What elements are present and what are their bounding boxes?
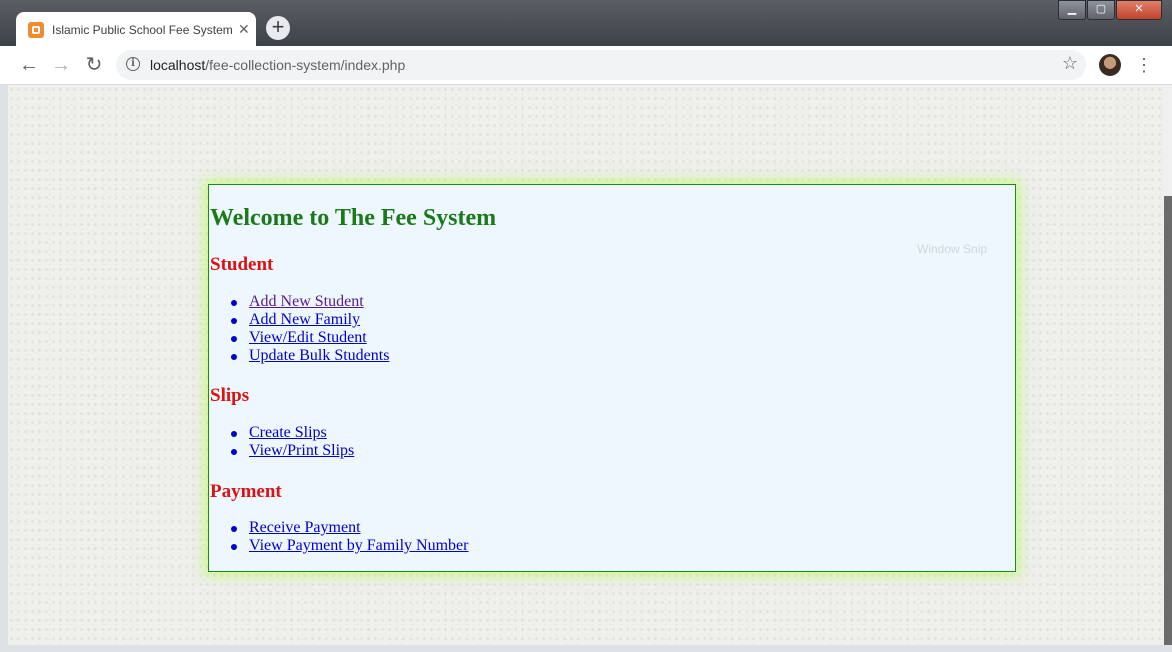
back-button[interactable]: ←	[16, 52, 42, 78]
star-icon[interactable]: ☆	[1062, 53, 1078, 74]
receive-payment-link[interactable]: Receive Payment	[249, 519, 361, 536]
slips-links: Create Slips View/Print Slips	[231, 424, 354, 460]
url-host: localhost	[150, 57, 206, 73]
payment-links: Receive Payment View Payment by Family N…	[231, 519, 468, 555]
tab-title: Islamic Public School Fee System	[52, 22, 232, 37]
maximize-button[interactable]: ▢	[1087, 0, 1115, 20]
section-heading-slips: Slips	[210, 385, 250, 406]
section-heading-payment: Payment	[210, 481, 282, 502]
page-viewport: Window Snip Welcome to The Fee System St…	[8, 85, 1164, 645]
kebab-menu-icon[interactable]: ⋮	[1135, 52, 1153, 78]
view-edit-student-link[interactable]: View/Edit Student	[249, 329, 367, 346]
list-item: View/Edit Student	[231, 329, 389, 347]
view-print-slips-link[interactable]: View/Print Slips	[249, 442, 354, 459]
info-icon[interactable]: i	[126, 57, 140, 71]
window-controls: ▁ ▢ ✕	[1057, 0, 1162, 20]
reload-button[interactable]: ↻	[81, 52, 107, 78]
student-links: Add New Student Add New Family View/Edit…	[231, 293, 389, 365]
window-close-button[interactable]: ✕	[1116, 0, 1162, 20]
page-title: Welcome to The Fee System	[210, 205, 497, 231]
url-path: /fee-collection-system/index.php	[205, 57, 406, 73]
list-item: Add New Student	[231, 293, 389, 311]
update-bulk-students-link[interactable]: Update Bulk Students	[249, 347, 389, 364]
list-item: Add New Family	[231, 311, 389, 329]
main-panel: Window Snip Welcome to The Fee System St…	[208, 184, 1016, 572]
xampp-icon	[28, 21, 44, 38]
create-slips-link[interactable]: Create Slips	[249, 424, 327, 441]
list-item: View/Print Slips	[231, 442, 354, 460]
browser-tab[interactable]: Islamic Public School Fee System ✕	[16, 12, 256, 47]
window-snip-ghost: Window Snip	[917, 242, 988, 256]
title-bar: Islamic Public School Fee System ✕ + ▁ ▢…	[0, 0, 1172, 47]
list-item: Create Slips	[231, 424, 354, 442]
new-tab-button[interactable]: +	[266, 16, 290, 40]
address-bar[interactable]: i localhost/fee-collection-system/index.…	[116, 50, 1086, 80]
forward-button[interactable]: →	[48, 52, 74, 78]
profile-avatar[interactable]	[1099, 54, 1121, 76]
list-item: Receive Payment	[231, 519, 468, 537]
browser-toolbar: ← → ↻ i localhost/fee-collection-system/…	[0, 46, 1172, 85]
section-heading-student: Student	[210, 254, 274, 275]
minimize-button[interactable]: ▁	[1058, 0, 1086, 20]
scrollbar-thumb[interactable]	[1164, 196, 1172, 645]
url-text[interactable]: localhost/fee-collection-system/index.ph…	[150, 57, 405, 73]
tab-close-icon[interactable]: ✕	[238, 21, 250, 38]
add-new-student-link[interactable]: Add New Student	[249, 293, 364, 310]
browser-window: Islamic Public School Fee System ✕ + ▁ ▢…	[0, 0, 1172, 652]
list-item: View Payment by Family Number	[231, 537, 468, 555]
list-item: Update Bulk Students	[231, 347, 389, 365]
add-new-family-link[interactable]: Add New Family	[249, 311, 360, 328]
view-payment-by-family-link[interactable]: View Payment by Family Number	[249, 537, 468, 554]
